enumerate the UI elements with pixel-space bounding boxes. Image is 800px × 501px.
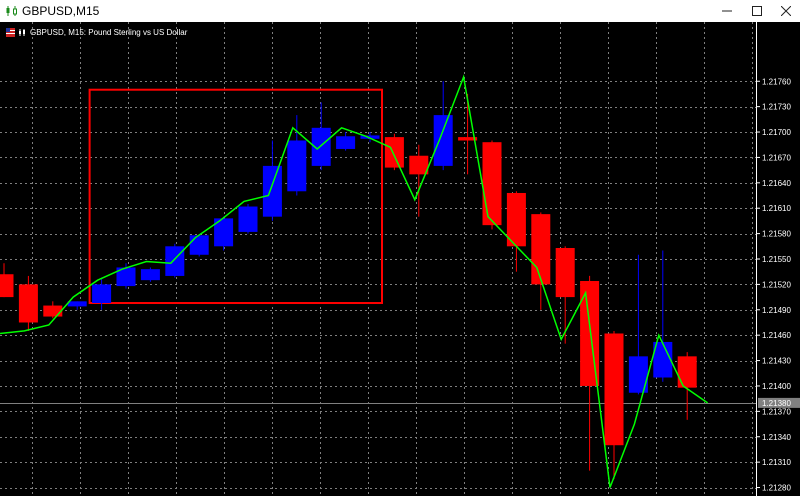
bear-candle-body — [482, 142, 502, 226]
close-button[interactable] — [771, 0, 800, 22]
price-axis-label: 1.21370 — [762, 407, 791, 416]
bull-candle-body — [238, 206, 258, 232]
price-axis-label: 1.21550 — [762, 255, 791, 264]
bull-candle-body — [433, 115, 453, 166]
price-axis-labels: 1.21760 1.21730 1.21700 1.21670 1.21640 1.216… — [757, 77, 800, 493]
price-axis-label: 1.21400 — [762, 382, 791, 391]
price-chart[interactable] — [0, 22, 800, 496]
minimize-button[interactable] — [712, 0, 742, 22]
bull-candle-body — [336, 136, 356, 149]
bull-candle-body — [165, 246, 185, 276]
price-axis-label: 1.21280 — [762, 484, 791, 493]
price-axis-label: 1.21700 — [762, 128, 791, 137]
bull-candle-body — [287, 140, 307, 192]
price-axis[interactable]: 1.21760 1.21730 1.21700 1.21670 1.21640 1.216… — [756, 22, 800, 496]
price-axis-label: 1.21610 — [762, 204, 791, 213]
maximize-button[interactable] — [742, 0, 772, 22]
flag-icon — [6, 27, 15, 37]
window-titlebar: GBPUSD,M15 — [0, 0, 800, 23]
bear-candle-body — [384, 137, 404, 168]
chart-header-text: GBPUSD, M15: Pound Sterling vs US Dollar — [30, 27, 188, 37]
price-axis-label: 1.21760 — [762, 77, 791, 86]
price-axis-label: 1.21670 — [762, 153, 791, 162]
price-axis-label: 1.21460 — [762, 331, 791, 340]
bull-candle-body — [67, 301, 87, 307]
price-axis-label: 1.21340 — [762, 433, 791, 442]
bear-candle-body — [409, 155, 429, 175]
price-axis-label: 1.21430 — [762, 357, 791, 366]
current-price-label: 1.21380 — [762, 399, 791, 408]
bear-candle-body — [677, 356, 697, 388]
close-icon — [781, 6, 791, 16]
price-axis-label: 1.21640 — [762, 179, 791, 188]
bear-candle-body — [604, 333, 624, 446]
bull-candle-body — [92, 284, 112, 304]
price-axis-label: 1.21520 — [762, 280, 791, 289]
bull-candle-body — [189, 235, 209, 255]
chart-symbol-label: GBPUSD, M15: Pound Sterling vs US Dollar — [6, 26, 187, 38]
maximize-icon — [752, 6, 762, 16]
candles-layer — [0, 81, 697, 480]
bear-candle-body — [18, 284, 38, 323]
window-title: GBPUSD,M15 — [22, 4, 100, 18]
price-axis-label: 1.21580 — [762, 230, 791, 239]
bear-candle-body — [0, 274, 14, 298]
chart-area[interactable]: GBPUSD, M15: Pound Sterling vs US Dollar… — [0, 22, 800, 496]
minimize-icon — [722, 10, 732, 12]
candlestick-app-icon — [6, 6, 17, 16]
price-axis-label: 1.21310 — [762, 458, 791, 467]
bear-candle-body — [555, 247, 575, 298]
bull-candle-body — [262, 165, 282, 217]
bear-candle-body — [531, 214, 551, 285]
bear-candle-body — [43, 305, 63, 317]
price-axis-label: 1.21730 — [762, 103, 791, 112]
bull-candle-body — [140, 269, 160, 281]
chart-type-icon — [19, 28, 25, 36]
chart-grid — [0, 22, 756, 496]
price-axis-label: 1.21490 — [762, 306, 791, 315]
